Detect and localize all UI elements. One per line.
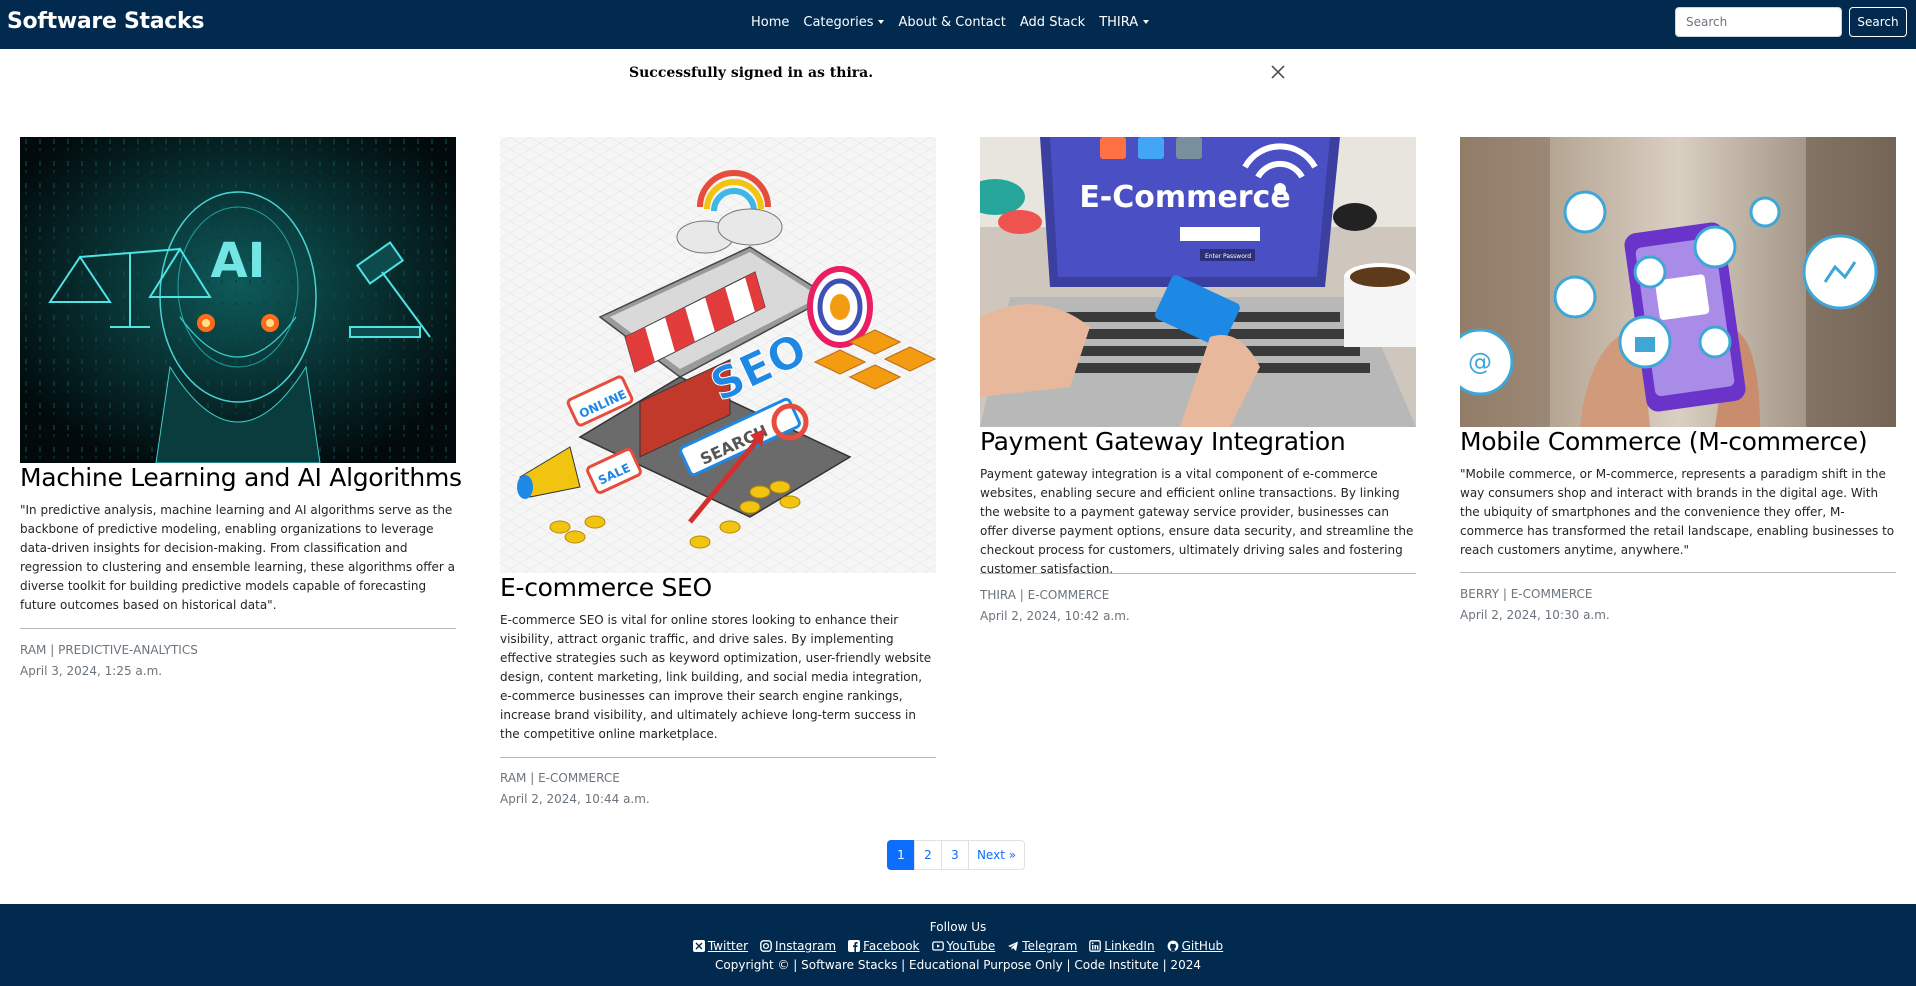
post-divider xyxy=(500,757,936,758)
nav-user-label: THIRA xyxy=(1099,15,1139,30)
telegram-label: Telegram xyxy=(1022,939,1078,953)
post-image-mcommerce[interactable]: @ xyxy=(1460,137,1896,427)
post-image-ai[interactable]: AI xyxy=(20,137,456,463)
telegram-link[interactable]: Telegram xyxy=(1007,939,1077,953)
svg-text:@: @ xyxy=(1468,348,1492,376)
post-author-category: THIRA | E-COMMERCE xyxy=(980,588,1110,602)
post-image-seo[interactable]: SEO SEARCH ONLINE SALE xyxy=(500,137,936,573)
social-links: Twitter Instagram Facebook YouTube Teleg… xyxy=(0,939,1916,953)
post-excerpt: E-commerce SEO is vital for online store… xyxy=(500,613,932,741)
youtube-icon xyxy=(931,941,944,951)
post-excerpt: "Mobile commerce, or M-commerce, represe… xyxy=(1460,467,1895,557)
twitter-icon xyxy=(692,940,705,952)
page-link-2[interactable]: 2 xyxy=(914,840,942,870)
page-link-3[interactable]: 3 xyxy=(941,840,969,870)
instagram-link[interactable]: Instagram xyxy=(760,939,836,953)
linkedin-icon xyxy=(1089,940,1102,952)
post-card[interactable]: @ Mobile Commerce (M-commerce) "Mobile c… xyxy=(1460,137,1896,627)
youtube-link[interactable]: YouTube xyxy=(931,939,996,953)
post-author-category: RAM | E-COMMERCE xyxy=(500,771,620,785)
svg-text:AI: AI xyxy=(210,233,265,289)
post-card[interactable]: AI Machine Learning and AI Algorithms "I… xyxy=(20,137,462,687)
post-date: April 2, 2024, 10:30 a.m. xyxy=(1460,608,1610,622)
seo-store-illustration: SEO SEARCH ONLINE SALE xyxy=(500,137,936,573)
nav-categories-dropdown[interactable]: Categories xyxy=(803,15,885,30)
instagram-label: Instagram xyxy=(775,939,837,953)
facebook-label: Facebook xyxy=(863,939,920,953)
github-link[interactable]: GitHub xyxy=(1167,939,1224,953)
mobile-shopping-illustration: @ xyxy=(1460,137,1896,427)
post-divider xyxy=(1460,572,1896,573)
telegram-icon xyxy=(1008,941,1019,951)
post-title[interactable]: Mobile Commerce (M-commerce) xyxy=(1460,427,1868,456)
linkedin-label: LinkedIn xyxy=(1104,939,1155,953)
page-link-next[interactable]: Next » xyxy=(968,840,1025,870)
nav-about-link[interactable]: About & Contact xyxy=(898,15,1005,30)
chevron-down-icon xyxy=(1143,20,1150,24)
laptop-screen-title: E-Commerce xyxy=(1079,180,1290,215)
password-field-label: Enter Password xyxy=(1205,253,1251,260)
signin-alert-message: Successfully signed in as thira. xyxy=(629,65,874,81)
post-date: April 3, 2024, 1:25 a.m. xyxy=(20,664,163,678)
post-card[interactable]: SEO SEARCH ONLINE SALE E-commerce SEO E-… xyxy=(500,137,936,817)
navbar: Software Stacks Home Categories About & … xyxy=(0,0,1916,49)
post-title[interactable]: Machine Learning and AI Algorithms xyxy=(20,463,462,492)
twitter-label: Twitter xyxy=(707,939,749,953)
linkedin-link[interactable]: LinkedIn xyxy=(1089,939,1155,953)
nav-add-stack-link[interactable]: Add Stack xyxy=(1020,15,1085,30)
brand-logo[interactable]: Software Stacks xyxy=(7,9,204,34)
post-date: April 2, 2024, 10:44 a.m. xyxy=(500,792,650,806)
github-icon xyxy=(1167,940,1178,952)
facebook-link[interactable]: Facebook xyxy=(848,939,920,953)
search-input[interactable] xyxy=(1675,7,1842,37)
github-label: GitHub xyxy=(1181,939,1224,953)
youtube-label: YouTube xyxy=(946,939,996,953)
post-date: April 2, 2024, 10:42 a.m. xyxy=(980,609,1130,623)
search-button[interactable]: Search xyxy=(1849,7,1907,37)
twitter-link[interactable]: Twitter xyxy=(692,939,749,953)
post-author-category: RAM | PREDICTIVE-ANALYTICS xyxy=(20,643,198,657)
nav-links: Home Categories About & Contact Add Stac… xyxy=(751,15,1163,30)
post-image-payment[interactable]: E-Commerce Enter Password xyxy=(980,137,1416,427)
post-excerpt: "In predictive analysis, machine learnin… xyxy=(20,503,456,612)
ai-head-illustration: AI xyxy=(20,137,456,463)
facebook-icon xyxy=(848,940,861,952)
post-divider xyxy=(980,573,1416,574)
post-excerpt: Payment gateway integration is a vital c… xyxy=(980,467,1414,576)
nav-categories-label: Categories xyxy=(803,15,874,30)
post-card[interactable]: E-Commerce Enter Password Payment Gatewa… xyxy=(980,137,1416,627)
nav-user-dropdown[interactable]: THIRA xyxy=(1099,15,1150,30)
copyright-text: Copyright © | Software Stacks | Educatio… xyxy=(715,958,1201,972)
follow-us-heading: Follow Us xyxy=(929,920,987,934)
post-title[interactable]: Payment Gateway Integration xyxy=(980,427,1346,456)
instagram-icon xyxy=(760,940,772,952)
close-icon[interactable] xyxy=(1269,63,1287,81)
post-title[interactable]: E-commerce SEO xyxy=(500,573,712,602)
post-author-category: BERRY | E-COMMERCE xyxy=(1460,587,1593,601)
page-link-1[interactable]: 1 xyxy=(887,840,915,870)
chevron-down-icon xyxy=(878,20,885,24)
nav-home-link[interactable]: Home xyxy=(751,15,789,30)
pagination: 1 2 3 Next » xyxy=(887,840,1025,870)
footer: Follow Us Twitter Instagram Facebook You… xyxy=(0,904,1916,986)
post-divider xyxy=(20,628,456,629)
laptop-payment-illustration: E-Commerce Enter Password xyxy=(980,137,1416,427)
